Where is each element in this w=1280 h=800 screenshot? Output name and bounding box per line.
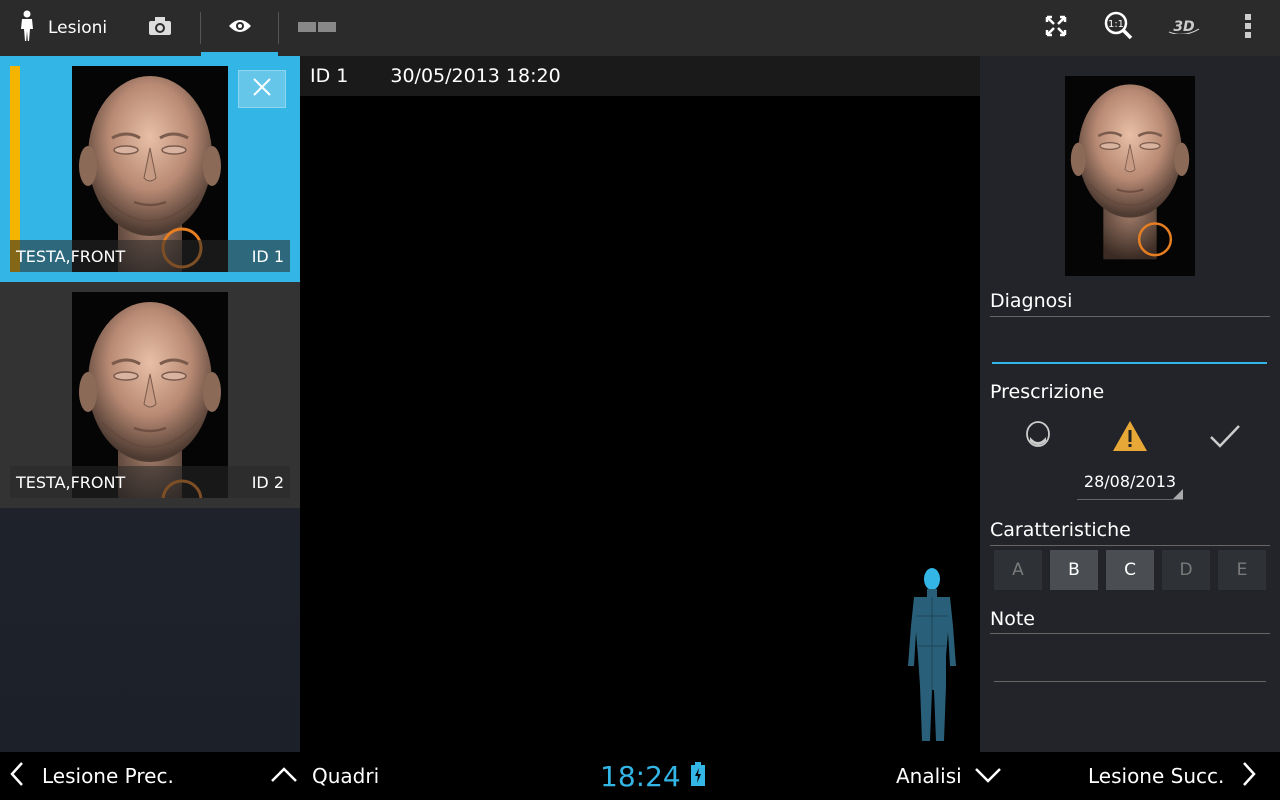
divider [990,633,1270,634]
compare-button[interactable] [290,0,346,56]
characteristic-e-toggle[interactable]: E [1218,550,1266,590]
analisi-label: Analisi [896,764,962,788]
note-input[interactable] [994,654,1266,682]
zoom-1to1-icon: 1:1 [1104,11,1134,45]
remove-lesion-button[interactable] [238,70,286,108]
overflow-menu-icon [1245,14,1251,42]
lesion-id: ID 2 [251,472,284,492]
prescription-ok-button[interactable] [1203,416,1247,460]
diagnosi-label: Diagnosi [990,290,1073,312]
previous-lesion-button[interactable]: Lesione Prec. [10,752,174,800]
next-lesion-label: Lesione Succ. [1088,764,1225,788]
next-lesion-button[interactable]: Lesione Succ. [1088,752,1257,800]
eye-icon [228,18,252,38]
lesion-region: TESTA,FRONT [16,472,126,492]
lesioni-button[interactable]: Lesioni [0,0,120,56]
prescription-doctor-button[interactable] [1016,416,1060,460]
person-icon [18,10,36,46]
prescription-date-picker[interactable]: 28/08/2013 [1077,470,1183,500]
close-icon [253,78,271,100]
lesion-region: TESTA,FRONT [16,246,126,266]
camera-button[interactable] [130,0,190,56]
zoom-1to1-button[interactable]: 1:1 [1095,0,1143,56]
lesion-details-panel: Diagnosi Prescrizione 28/08/2013 Caratte… [980,56,1280,752]
warning-icon [1111,419,1149,457]
svg-text:3D: 3D [1173,19,1194,34]
clock-time: 18:24 [600,759,681,793]
viewer-datetime: 30/05/2013 18:20 [390,65,561,87]
spinner-arrow-icon [1173,489,1183,499]
thumbnail-caption: TESTA,FRONT ID 2 [10,466,290,498]
camera-icon [148,16,172,40]
divider [990,316,1270,317]
prescrizione-label: Prescrizione [990,381,1105,403]
bottom-navigation: Lesione Prec. Quadri 18:24 Analisi Lesio… [0,752,1280,800]
compare-icon [298,19,338,38]
overflow-menu-button[interactable] [1228,0,1268,56]
characteristic-b-toggle[interactable]: B [1050,550,1098,590]
divider [278,12,279,44]
view-tab[interactable] [201,0,278,56]
viewer-lesion-id: ID 1 [310,65,349,87]
quadri-button[interactable]: Quadri [270,752,379,800]
prescription-warning-button[interactable] [1108,416,1152,460]
battery-charging-icon [690,760,705,793]
doctor-mask-icon [1025,421,1051,455]
prescription-date: 28/08/2013 [1083,472,1177,491]
divider [990,545,1270,546]
analisi-button[interactable]: Analisi [896,752,1002,800]
lesion-id: ID 1 [251,246,284,266]
characteristic-c-toggle[interactable]: C [1106,550,1154,590]
lesion-item[interactable]: TESTA,FRONT ID 1 [0,56,300,282]
lesioni-label: Lesioni [48,18,108,38]
fullscreen-icon [1045,15,1067,41]
quadri-label: Quadri [312,764,380,788]
lesion-item[interactable]: TESTA,FRONT ID 2 [0,282,300,508]
previous-lesion-label: Lesione Prec. [42,764,174,788]
viewer-header: ID 1 30/05/2013 18:20 [300,56,980,96]
caratteristiche-label: Caratteristiche [990,519,1131,541]
image-viewer[interactable] [300,96,980,752]
characteristic-a-toggle[interactable]: A [994,550,1042,590]
body-map-icon[interactable] [906,566,958,752]
note-label: Note [990,608,1035,630]
3d-icon: 3D [1167,18,1201,38]
lesion-list: TESTA,FRONT ID 1 TESTA,FRONT ID 2 [0,56,300,752]
chevron-down-icon [974,764,1002,788]
lesion-preview [1065,76,1195,276]
characteristic-d-toggle[interactable]: D [1162,550,1210,590]
3d-view-button[interactable]: 3D [1160,0,1208,56]
chevron-up-icon [270,764,298,788]
checkmark-icon [1209,424,1241,452]
action-bar: Lesioni 1:1 3D [0,0,1280,56]
chevron-left-icon [10,761,24,792]
thumbnail-caption: TESTA,FRONT ID 1 [10,240,290,272]
svg-text:1:1: 1:1 [1108,19,1124,30]
fullscreen-button[interactable] [1032,0,1080,56]
status-clock: 18:24 [600,752,705,800]
chevron-right-icon [1242,761,1257,792]
diagnosi-input[interactable] [992,318,1267,364]
